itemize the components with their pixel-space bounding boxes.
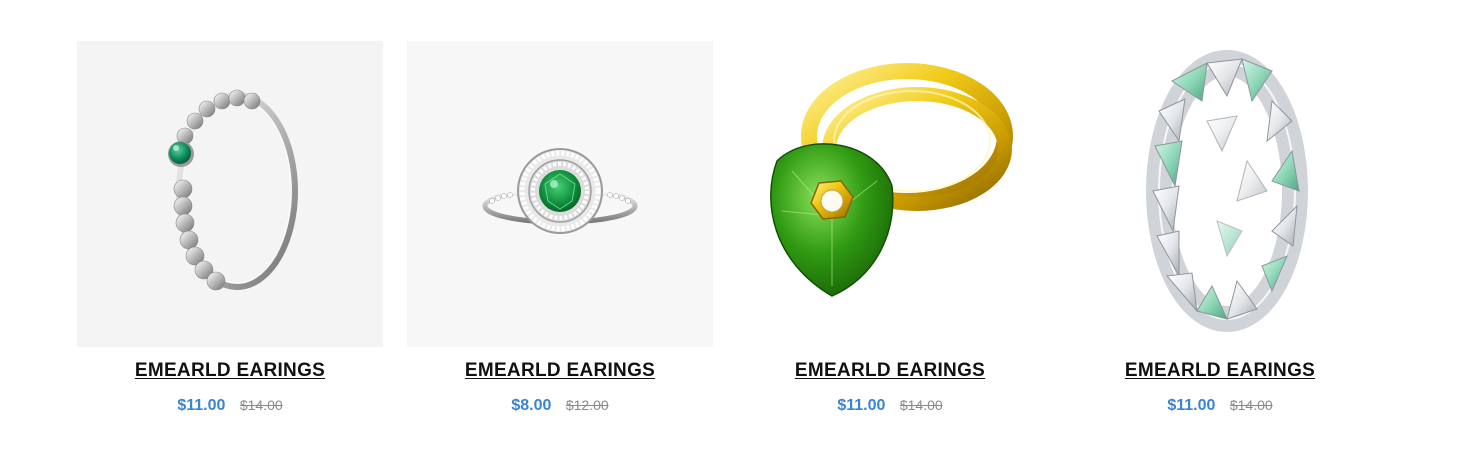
product-card[interactable]: EMEARLD EARINGS $11.00 $14.00 [1067, 41, 1373, 431]
price-row: $11.00 $14.00 [77, 397, 383, 415]
compare-price: $12.00 [565, 397, 609, 413]
product-image[interactable] [407, 41, 713, 347]
sale-price: $11.00 [1167, 397, 1216, 414]
compare-price: $14.00 [1229, 397, 1273, 413]
price-row: $11.00 $14.00 [737, 397, 1043, 415]
product-card[interactable]: EMEARLD EARINGS $11.00 $14.00 [737, 41, 1043, 431]
product-title[interactable]: EMEARLD EARINGS [77, 360, 383, 382]
price-row: $11.00 $14.00 [1067, 397, 1373, 415]
product-title[interactable]: EMEARLD EARINGS [737, 360, 1043, 382]
triangle-crystal-ring-icon [1146, 50, 1308, 332]
product-grid: EMEARLD EARINGS $11.00 $14.00 EMEARLD EA… [0, 0, 1462, 451]
halo-emerald-ring-icon [482, 148, 638, 234]
price-row: $8.00 $12.00 [407, 397, 713, 415]
gold-ring-green-pear-icon [770, 63, 1013, 297]
product-image[interactable] [77, 41, 383, 347]
beaded-silver-ring-icon [168, 89, 298, 291]
product-title[interactable]: EMEARLD EARINGS [1067, 360, 1373, 382]
product-title[interactable]: EMEARLD EARINGS [407, 360, 713, 382]
compare-price: $14.00 [239, 397, 283, 413]
sale-price: $8.00 [511, 397, 552, 414]
product-image[interactable] [737, 41, 1043, 347]
product-image[interactable] [1067, 41, 1373, 347]
sale-price: $11.00 [177, 397, 226, 414]
sale-price: $11.00 [837, 397, 886, 414]
product-card[interactable]: EMEARLD EARINGS $8.00 $12.00 [407, 41, 713, 431]
product-card[interactable]: EMEARLD EARINGS $11.00 $14.00 [77, 41, 383, 431]
compare-price: $14.00 [899, 397, 943, 413]
